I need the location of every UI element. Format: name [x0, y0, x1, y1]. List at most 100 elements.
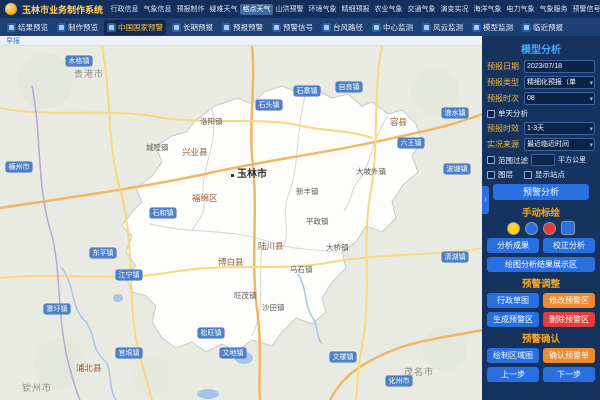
show-station-label: 显示站点 [535, 169, 565, 180]
module-icon [57, 23, 66, 32]
map-city-label: 钦州市 [22, 384, 52, 393]
map-town-tag: 自良镇 [336, 82, 362, 92]
subnav-tab[interactable]: 预报预警 [219, 20, 266, 35]
map-town-label: 旺茂镇 [234, 292, 257, 300]
forecast-date-input[interactable] [524, 60, 595, 73]
forecast-type-select[interactable]: 精细化预报（单天） [524, 76, 595, 89]
subnav-tab[interactable]: 风云监测 [419, 20, 466, 35]
draw-color-yellow[interactable] [508, 223, 519, 234]
map-town-label: 新丰镇 [296, 188, 319, 196]
map-town-label: 城隍镇 [146, 144, 169, 152]
map-town-label: 大桥镇 [326, 244, 349, 252]
app-title: 玉林市业务制作系统 [22, 3, 103, 16]
correction-analysis-button[interactable]: 校正分析 [543, 238, 595, 253]
topnav-item[interactable]: 农业气象 [372, 4, 405, 15]
forecast-time-select[interactable]: 08 [524, 92, 595, 105]
map-town-label: 洛阳镇 [200, 118, 223, 126]
warning-analyze-button[interactable]: 预警分析 [493, 184, 589, 200]
next-step-button[interactable]: 下一步 [543, 367, 595, 382]
subnav-tab[interactable]: 制作预览 [54, 20, 101, 35]
draw-color-red[interactable] [544, 223, 555, 234]
map-town-tag: 松旺镇 [198, 328, 224, 338]
map-town-tag: 文楼镇 [330, 352, 356, 362]
subnav-tab[interactable]: 临近预报 [519, 20, 566, 35]
subnav-tab[interactable]: 预警信号 [269, 20, 316, 35]
module-icon [372, 23, 381, 32]
warning-adjust-header: 预警调整 [487, 276, 595, 290]
range-filter-label: 范围过滤 [498, 155, 528, 166]
admin-sketch-button[interactable]: 行政草图 [487, 293, 539, 308]
module-icon [422, 23, 431, 32]
topnav-item[interactable]: 气象服务 [537, 4, 570, 15]
topnav-item[interactable]: 海洋气象 [471, 4, 504, 15]
range-area-input[interactable] [531, 154, 555, 166]
topnav-item[interactable]: 疑难天气 [207, 4, 240, 15]
map-county-label: 陆川县 [258, 242, 284, 251]
confirm-warning-button[interactable]: 确认预警单 [543, 348, 595, 363]
range-filter-checkbox[interactable] [487, 156, 495, 164]
layer-label: 图层 [498, 169, 513, 180]
live-source-select[interactable]: 最近临近时间 [524, 138, 595, 151]
topnav-item-active[interactable]: 格点天气 [240, 4, 273, 15]
subnav-tab-label: 中心监测 [383, 22, 413, 33]
topnav-item[interactable]: 演变实况 [438, 4, 471, 15]
subnav-tab-label: 长期预报 [183, 22, 213, 33]
daily-report-link[interactable]: 早报 [6, 36, 20, 46]
subnav-tab[interactable]: 结果预览 [4, 20, 51, 35]
map-canvas[interactable]: 木格镇 石头镇 石寨镇 自良镇 六王镇 浪水镇 波塘镇 横州市 石和镇 东平镇 … [0, 46, 482, 400]
layer-checkbox[interactable] [487, 171, 495, 179]
subnav-tab[interactable]: 台风路径 [319, 20, 366, 35]
topnav-item[interactable]: 行政信息 [108, 4, 141, 15]
topnav-item[interactable]: 山洪预警 [273, 4, 306, 15]
single-day-label: 单天分析 [498, 108, 528, 119]
subnav-tab[interactable]: 中心监测 [369, 20, 416, 35]
topnav-item[interactable]: 环境气象 [306, 4, 339, 15]
topnav-item[interactable]: 预警信号 [570, 4, 600, 15]
draw-result-panel-button[interactable]: 绘图分析结果展示区 [487, 257, 595, 272]
module-icon [272, 23, 281, 32]
topnav-item[interactable]: 预报制作 [174, 4, 207, 15]
map-county-label: 博白县 [218, 258, 244, 267]
panel-collapse-handle[interactable]: › [482, 186, 489, 214]
draw-region-button[interactable]: 绘制区域图 [487, 348, 539, 363]
panel-title: 模型分析 [487, 41, 595, 56]
subnav-tab-label: 制作预览 [68, 22, 98, 33]
top-nav: 行政信息 气象信息 预报制作 疑难天气 格点天气 山洪预警 环境气象 精细预报 … [108, 0, 600, 18]
topnav-item[interactable]: 气象信息 [141, 4, 174, 15]
map-town-tag: 木格镇 [66, 56, 92, 66]
topnav-item[interactable]: 电力气象 [504, 4, 537, 15]
subnav-tab[interactable]: 模型监测 [469, 20, 516, 35]
subnav-tab[interactable]: 长期预报 [169, 20, 216, 35]
generate-warning-button[interactable]: 生成预警区 [487, 312, 539, 327]
map-town-tag: 江宁镇 [116, 270, 142, 280]
yulin-boundary [122, 86, 422, 352]
subnav-tab-label: 结果预览 [18, 22, 48, 33]
topnav-item[interactable]: 精细预报 [339, 4, 372, 15]
modify-warning-button[interactable]: 修改预警区 [543, 293, 595, 308]
map-town-tag: 化州市 [386, 376, 412, 386]
forecast-period-select[interactable]: 1-3天 [524, 122, 595, 135]
map-town-label: 沙田镇 [262, 304, 285, 312]
prev-step-button[interactable]: 上一步 [487, 367, 539, 382]
module-icon [522, 23, 531, 32]
map-town-tag: 官垌镇 [116, 348, 142, 358]
forecast-time-label: 预报时次 [487, 93, 521, 104]
forecast-period-label: 预报时效 [487, 123, 521, 134]
map-city-label: 贵港市 [74, 70, 104, 79]
live-source-label: 实况来源 [487, 139, 521, 150]
module-icon [172, 23, 181, 32]
subnav-tab-label: 预警信号 [283, 22, 313, 33]
range-unit-label: 平方公里 [558, 155, 586, 165]
map-city-label: 茂名市 [404, 368, 434, 377]
subnav-tab-active[interactable]: 中国国家预警 [104, 20, 166, 35]
subnav-tab-label: 台风路径 [333, 22, 363, 33]
delete-warning-button[interactable]: 删除预警区 [543, 312, 595, 327]
analysis-result-button[interactable]: 分析成果 [487, 238, 539, 253]
map-town-label: 大坡外镇 [356, 168, 386, 176]
single-day-checkbox[interactable] [487, 110, 495, 118]
draw-rect-tool[interactable] [562, 222, 574, 234]
model-analysis-panel: › 模型分析 预报日期 预报类型 精细化预报（单天） 预报时次 08 单天分析 … [482, 36, 600, 400]
show-station-checkbox[interactable] [524, 171, 532, 179]
topnav-item[interactable]: 交通气象 [405, 4, 438, 15]
draw-color-blue[interactable] [526, 223, 537, 234]
